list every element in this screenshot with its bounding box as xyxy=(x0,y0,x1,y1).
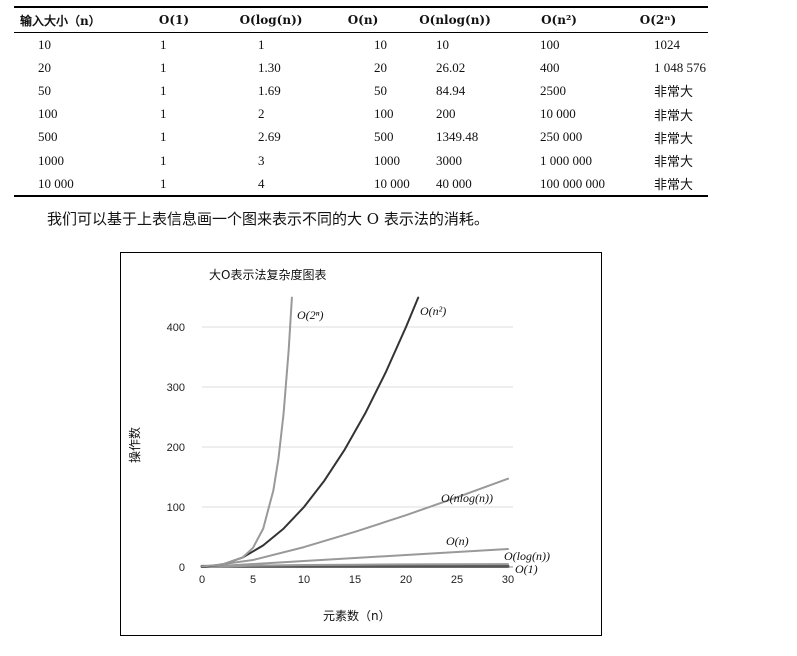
complexity-table: 输入大小（n） O(1) O(log(n)) O(n) O(nlog(n)) O… xyxy=(14,6,708,198)
table-cell: 50 xyxy=(38,82,51,98)
y-axis-label: 操作数 xyxy=(127,427,142,463)
y-tick-label: 300 xyxy=(167,382,185,394)
series-line xyxy=(201,296,293,568)
table-cell: 非常大 xyxy=(654,130,694,146)
table-cell: 1000 xyxy=(374,152,400,168)
table-cell: 3000 xyxy=(436,152,462,168)
table-cell: 10 xyxy=(374,36,387,52)
table-cell: 10 000 xyxy=(374,175,410,191)
table-cell: 26.02 xyxy=(436,59,466,75)
table-cell: 3 xyxy=(258,152,265,168)
x-tick-label: 10 xyxy=(298,574,310,586)
table-cell: 1000 xyxy=(38,152,64,168)
x-tick-label: 5 xyxy=(250,574,256,586)
series-label: O(n²) xyxy=(420,304,446,318)
table-cell: 非常大 xyxy=(654,177,694,193)
y-tick-label: 0 xyxy=(179,562,185,574)
table-cell: 1 xyxy=(160,106,167,122)
chart-svg: 大O表示法复杂度图表 0 5 10 15 20 25 30 0 100 200 300 400 O(… xyxy=(127,267,550,623)
table-cell: 10 xyxy=(436,36,449,52)
table-header-row: 输入大小（n） O(1) O(log(n)) O(n) O(nlog(n)) O… xyxy=(14,8,708,33)
table-cell: 4 xyxy=(258,175,265,191)
table-cell: 1.30 xyxy=(258,59,281,75)
table-row: 500 1 2.69 500 1349.48 250 000 非常大 xyxy=(14,126,708,149)
table-cell: 1.69 xyxy=(258,82,281,98)
table-cell: 20 xyxy=(374,59,387,75)
x-axis-label: 元素数（n） xyxy=(323,608,391,623)
table-cell: 1 xyxy=(258,36,265,52)
header-on: O(n) xyxy=(326,8,400,33)
y-tick-label: 400 xyxy=(167,322,185,334)
series-line xyxy=(201,296,420,568)
complexity-chart: 大O表示法复杂度图表 0 5 10 15 20 25 30 0 100 200 300 400 O(… xyxy=(120,252,602,636)
table-cell: 100 xyxy=(540,36,560,52)
table-cell: 20 xyxy=(38,59,51,75)
table-row: 50 1 1.69 50 84.94 2500 非常大 xyxy=(14,79,708,102)
x-tick-label: 25 xyxy=(451,574,463,586)
table-cell: 10 000 xyxy=(38,175,74,191)
table-cell: 1 xyxy=(160,82,167,98)
series-label: O(log(n)) xyxy=(504,549,550,563)
series-label: O(1) xyxy=(515,562,538,576)
x-tick-label: 30 xyxy=(502,574,514,586)
table-row: 20 1 1.30 20 26.02 400 1 048 576 xyxy=(14,56,708,79)
header-on2: O(n²) xyxy=(510,8,608,33)
table-cell: 100 xyxy=(38,106,58,122)
header-o1: O(1) xyxy=(132,8,216,33)
caption-text: 我们可以基于上表信息画一个图来表示不同的大 O 表示法的消耗。 xyxy=(47,210,489,228)
table-cell: 1 xyxy=(160,129,167,145)
table-cell: 1 xyxy=(160,175,167,191)
table-cell: 非常大 xyxy=(654,107,694,123)
table-cell: 84.94 xyxy=(436,82,466,98)
table-cell: 100 xyxy=(374,106,394,122)
table-cell: 500 xyxy=(38,129,58,145)
table-cell: 10 xyxy=(38,36,51,52)
series-label: O(2ⁿ) xyxy=(297,308,323,322)
y-tick-label: 100 xyxy=(167,502,185,514)
series-label: O(nlog(n)) xyxy=(441,491,493,505)
table-row: 10 000 1 4 10 000 40 000 100 000 000 非常大 xyxy=(14,172,708,195)
table-cell: 1 xyxy=(160,59,167,75)
chart-title: 大O表示法复杂度图表 xyxy=(209,267,326,282)
table-cell: 50 xyxy=(374,82,387,98)
x-tick-label: 0 xyxy=(199,574,205,586)
table-cell: 1024 xyxy=(654,36,680,52)
header-onlogn: O(nlog(n)) xyxy=(400,8,510,33)
table-cell: 250 000 xyxy=(540,129,583,145)
table-cell: 1 048 576 xyxy=(654,59,706,75)
x-tick-label: 20 xyxy=(400,574,412,586)
series-label: O(n) xyxy=(446,534,469,548)
table-cell: 200 xyxy=(436,106,456,122)
table-cell: 10 000 xyxy=(540,106,576,122)
table-cell: 1 000 000 xyxy=(540,152,592,168)
table-cell: 2.69 xyxy=(258,129,281,145)
table-cell: 500 xyxy=(374,129,394,145)
table-cell: 2 xyxy=(258,106,265,122)
table-row: 100 1 2 100 200 10 000 非常大 xyxy=(14,103,708,126)
y-tick-label: 200 xyxy=(167,442,185,454)
header-input-size: 输入大小（n） xyxy=(14,8,132,33)
table-cell: 100 000 000 xyxy=(540,175,605,191)
table-cell: 400 xyxy=(540,59,560,75)
table-row: 10 1 1 10 10 100 1024 xyxy=(14,33,708,57)
table-cell: 非常大 xyxy=(654,154,694,170)
table-cell: 非常大 xyxy=(654,84,694,100)
x-tick-label: 15 xyxy=(349,574,361,586)
table-cell: 40 000 xyxy=(436,175,472,191)
header-o2n: O(2ⁿ) xyxy=(608,8,708,33)
table-cell: 1 xyxy=(160,152,167,168)
table-cell: 2500 xyxy=(540,82,566,98)
table-cell: 1 xyxy=(160,36,167,52)
header-ologn: O(log(n)) xyxy=(216,8,326,33)
table-cell: 1349.48 xyxy=(436,129,479,145)
table-row: 1000 1 3 1000 3000 1 000 000 非常大 xyxy=(14,149,708,172)
